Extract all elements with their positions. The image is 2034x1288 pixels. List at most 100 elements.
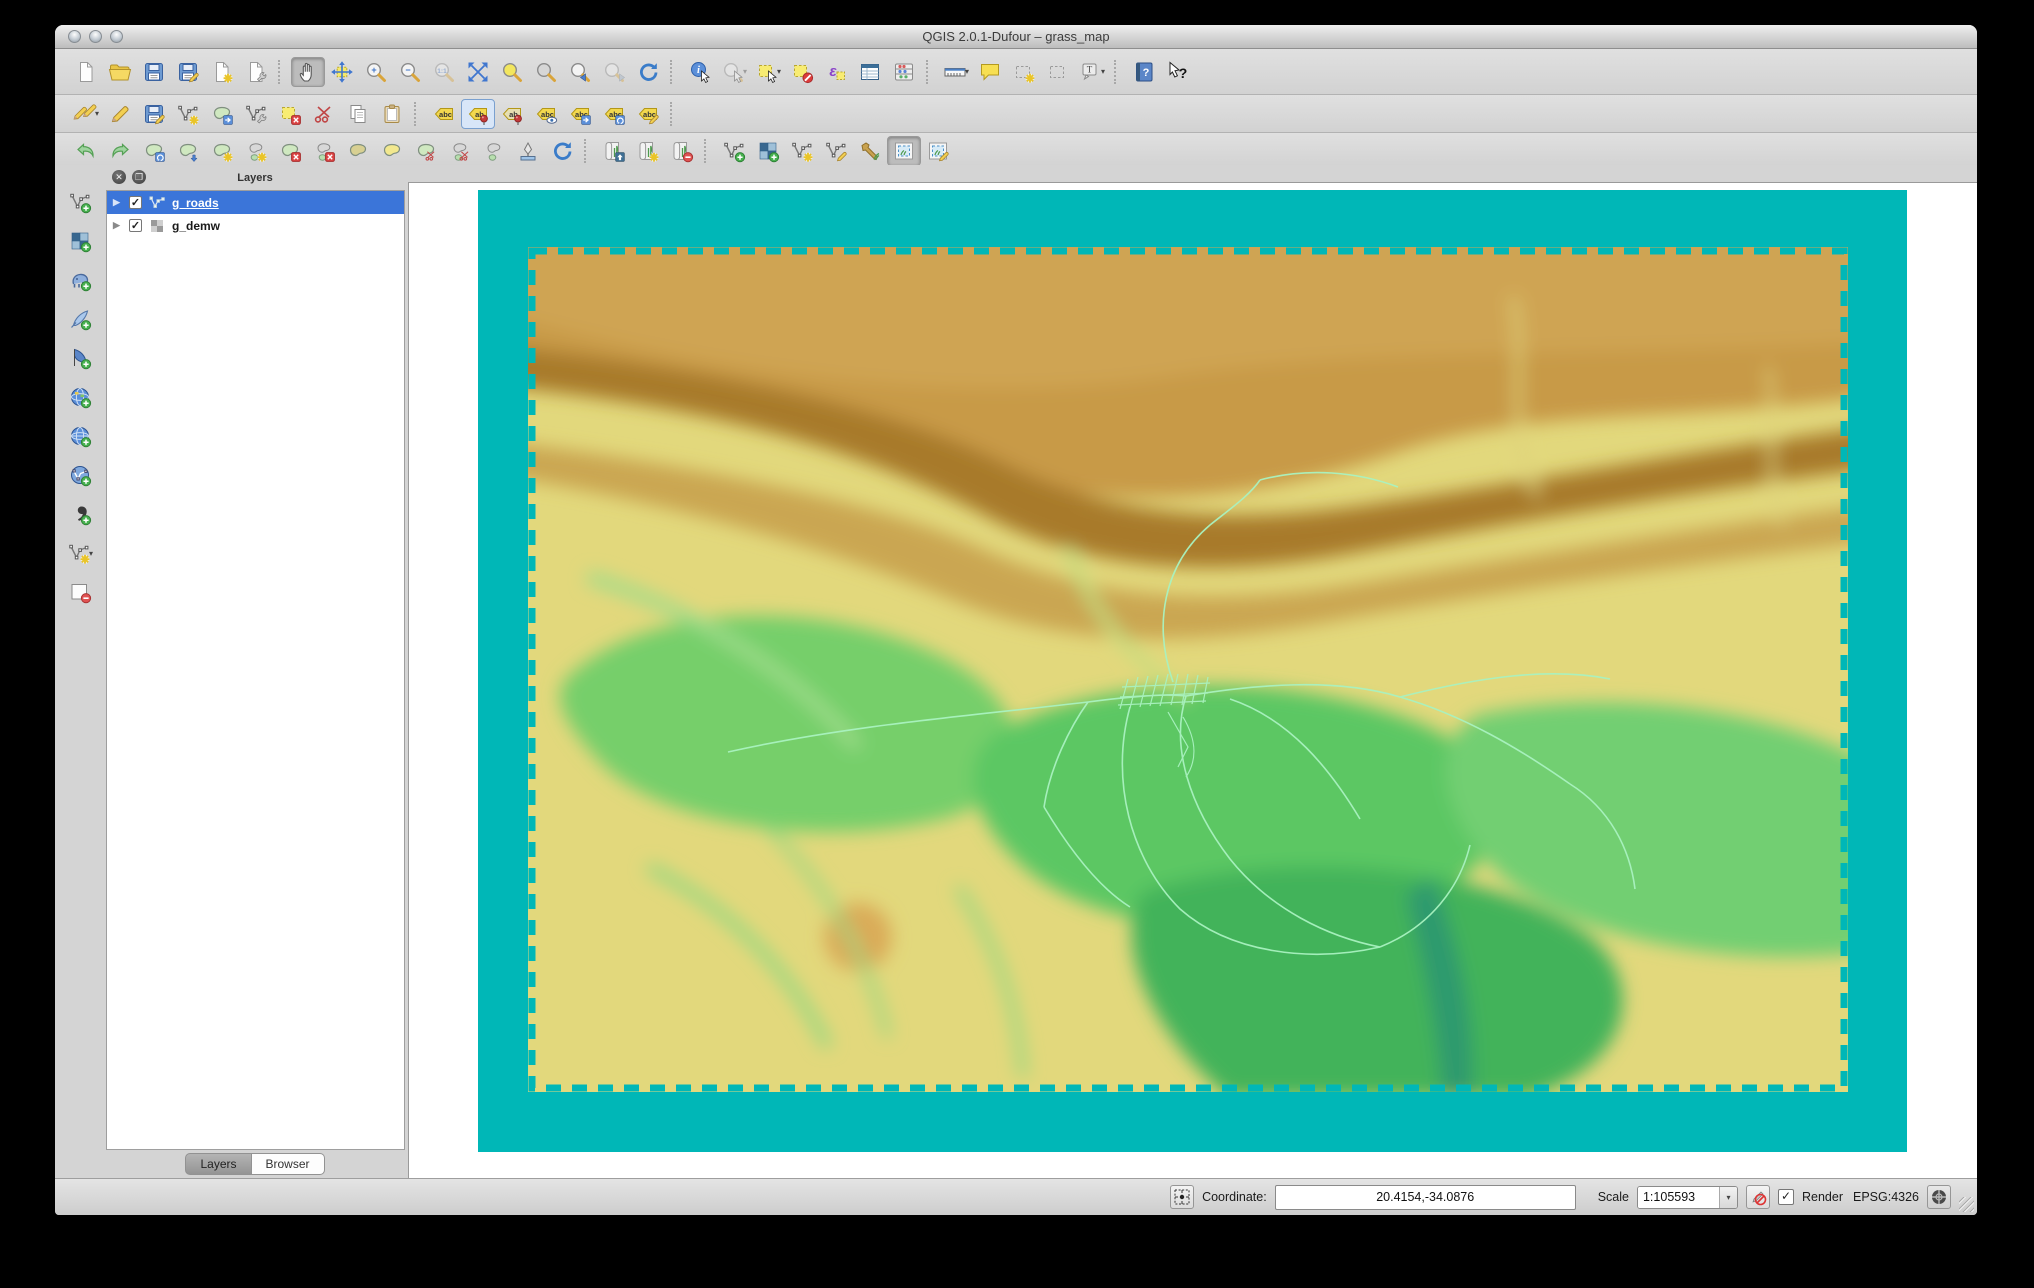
- open-grass-tools-button[interactable]: [853, 136, 887, 166]
- select-features-dropdown-arrow[interactable]: ▾: [777, 67, 781, 76]
- identify-features-button[interactable]: i: [683, 57, 717, 87]
- layer-item-g_demw[interactable]: ▶ ✓ g_demw: [107, 214, 404, 237]
- highlight-pinned-labels-button[interactable]: ab: [495, 99, 529, 129]
- add-wcs-layer-button[interactable]: [63, 421, 97, 451]
- text-annotation-dropdown-arrow[interactable]: ▾: [1101, 67, 1105, 76]
- delete-ring-button[interactable]: [273, 136, 307, 166]
- add-vector-layer-button[interactable]: [63, 187, 97, 217]
- add-feature-button[interactable]: [171, 99, 205, 129]
- cut-features-button[interactable]: [307, 99, 341, 129]
- panel-close-button[interactable]: ✕: [112, 170, 126, 184]
- add-grass-vector-layer-button[interactable]: [717, 136, 751, 166]
- pan-to-selection-button[interactable]: [325, 57, 359, 87]
- merge-features-button[interactable]: [477, 136, 511, 166]
- add-ring-button[interactable]: [205, 136, 239, 166]
- pan-map-button[interactable]: [291, 56, 325, 87]
- open-project-button[interactable]: [103, 57, 137, 87]
- close-mapset-button[interactable]: [665, 136, 699, 166]
- layer-visibility-checkbox[interactable]: ✓: [129, 196, 142, 209]
- new-print-composer-button[interactable]: [205, 57, 239, 87]
- undo-button[interactable]: [69, 136, 103, 166]
- save-layer-edits-button[interactable]: [137, 99, 171, 129]
- title-bar[interactable]: QGIS 2.0.1-Dufour – grass_map: [55, 25, 1977, 49]
- show-bookmarks-button[interactable]: [1041, 57, 1075, 87]
- zoom-to-selection-button[interactable]: [495, 57, 529, 87]
- pin-unpin-labels-button[interactable]: ab: [461, 98, 495, 129]
- add-postgis-layer-button[interactable]: [63, 265, 97, 295]
- scale-input[interactable]: [1637, 1186, 1719, 1208]
- render-checkbox[interactable]: ✓: [1777, 1189, 1794, 1205]
- create-grass-vector-button[interactable]: [785, 136, 819, 166]
- panel-tab-browser[interactable]: Browser: [251, 1153, 325, 1175]
- save-project-as-button[interactable]: [171, 57, 205, 87]
- save-project-button[interactable]: [137, 57, 171, 87]
- layer-visibility-checkbox[interactable]: ✓: [129, 219, 142, 232]
- current-edits-button[interactable]: ▾: [69, 99, 103, 129]
- select-by-expression-button[interactable]: ε: [819, 57, 853, 87]
- zoom-last-button[interactable]: [563, 57, 597, 87]
- add-wfs-layer-button[interactable]: [63, 460, 97, 490]
- add-mssql-layer-button[interactable]: [63, 343, 97, 373]
- open-mapset-button[interactable]: [597, 136, 631, 166]
- zoom-full-button[interactable]: [461, 57, 495, 87]
- text-annotation-button[interactable]: T ▾: [1075, 57, 1109, 87]
- current-edits-dropdown-arrow[interactable]: ▾: [95, 109, 99, 118]
- zoom-window-button[interactable]: [110, 30, 123, 43]
- measure-button[interactable]: ▾: [939, 57, 973, 87]
- layer-labeling-options-button[interactable]: abc: [427, 99, 461, 129]
- change-label-button[interactable]: abc: [631, 99, 665, 129]
- mouse-position-toggle-button[interactable]: [1170, 1185, 1195, 1209]
- select-features-button[interactable]: ▾: [751, 57, 785, 87]
- map-tips-button[interactable]: [973, 57, 1007, 87]
- new-project-button[interactable]: [69, 57, 103, 87]
- add-raster-layer-button[interactable]: [63, 226, 97, 256]
- stop-render-button[interactable]: [1745, 1185, 1770, 1209]
- measure-dropdown-arrow[interactable]: ▾: [965, 67, 969, 76]
- composer-manager-button[interactable]: [239, 57, 273, 87]
- panel-tab-layers[interactable]: Layers: [185, 1153, 252, 1175]
- zoom-out-button[interactable]: −: [393, 57, 427, 87]
- add-grass-raster-layer-button[interactable]: [751, 136, 785, 166]
- window-resize-grip[interactable]: [1959, 1197, 1974, 1212]
- remove-layer-button[interactable]: [63, 577, 97, 607]
- toggle-editing-button[interactable]: [103, 99, 137, 129]
- move-label-button[interactable]: abc: [563, 99, 597, 129]
- layer-item-g_roads[interactable]: ▶ ✓ g_roads: [107, 191, 404, 214]
- offset-curve-button[interactable]: [375, 136, 409, 166]
- show-hide-labels-button[interactable]: abc: [529, 99, 563, 129]
- add-spatialite-layer-button[interactable]: [63, 304, 97, 334]
- crs-status-button[interactable]: [1927, 1185, 1951, 1209]
- simplify-feature-button[interactable]: [171, 136, 205, 166]
- move-feature-button[interactable]: [205, 99, 239, 129]
- whats-this-button[interactable]: ?: [1161, 57, 1195, 87]
- rotate-point-symbols-button[interactable]: [545, 136, 579, 166]
- close-window-button[interactable]: [68, 30, 81, 43]
- paste-features-button[interactable]: [375, 99, 409, 129]
- node-tool-button[interactable]: [239, 99, 273, 129]
- split-parts-button[interactable]: [443, 136, 477, 166]
- split-features-button[interactable]: [409, 136, 443, 166]
- help-contents-button[interactable]: ?: [1127, 57, 1161, 87]
- scale-combo[interactable]: ▾: [1636, 1185, 1738, 1209]
- field-calculator-button[interactable]: [887, 57, 921, 87]
- copy-features-button[interactable]: [341, 99, 375, 129]
- new-bookmark-button[interactable]: [1007, 57, 1041, 87]
- display-grass-region-button[interactable]: [887, 135, 921, 166]
- new-shapefile-layer-button[interactable]: ▾: [63, 538, 97, 568]
- open-attribute-table-button[interactable]: [853, 57, 887, 87]
- delete-selected-button[interactable]: [273, 99, 307, 129]
- rotate-label-button[interactable]: abc: [597, 99, 631, 129]
- add-wms-layer-button[interactable]: [63, 382, 97, 412]
- fill-ring-button[interactable]: [341, 136, 375, 166]
- new-shapefile-layer-dropdown-arrow[interactable]: ▾: [89, 549, 93, 558]
- refresh-map-button[interactable]: [631, 57, 665, 87]
- scale-dropdown-button[interactable]: ▾: [1718, 1186, 1737, 1208]
- redo-button[interactable]: [103, 136, 137, 166]
- coordinate-input[interactable]: [1274, 1184, 1576, 1210]
- layer-expand-icon[interactable]: ▶: [113, 220, 123, 231]
- zoom-to-layer-button[interactable]: [529, 57, 563, 87]
- delete-part-button[interactable]: [307, 136, 341, 166]
- add-delimited-text-layer-button[interactable]: [63, 499, 97, 529]
- reshape-features-button[interactable]: [511, 136, 545, 166]
- run-feature-action-dropdown-arrow[interactable]: ▾: [743, 67, 747, 76]
